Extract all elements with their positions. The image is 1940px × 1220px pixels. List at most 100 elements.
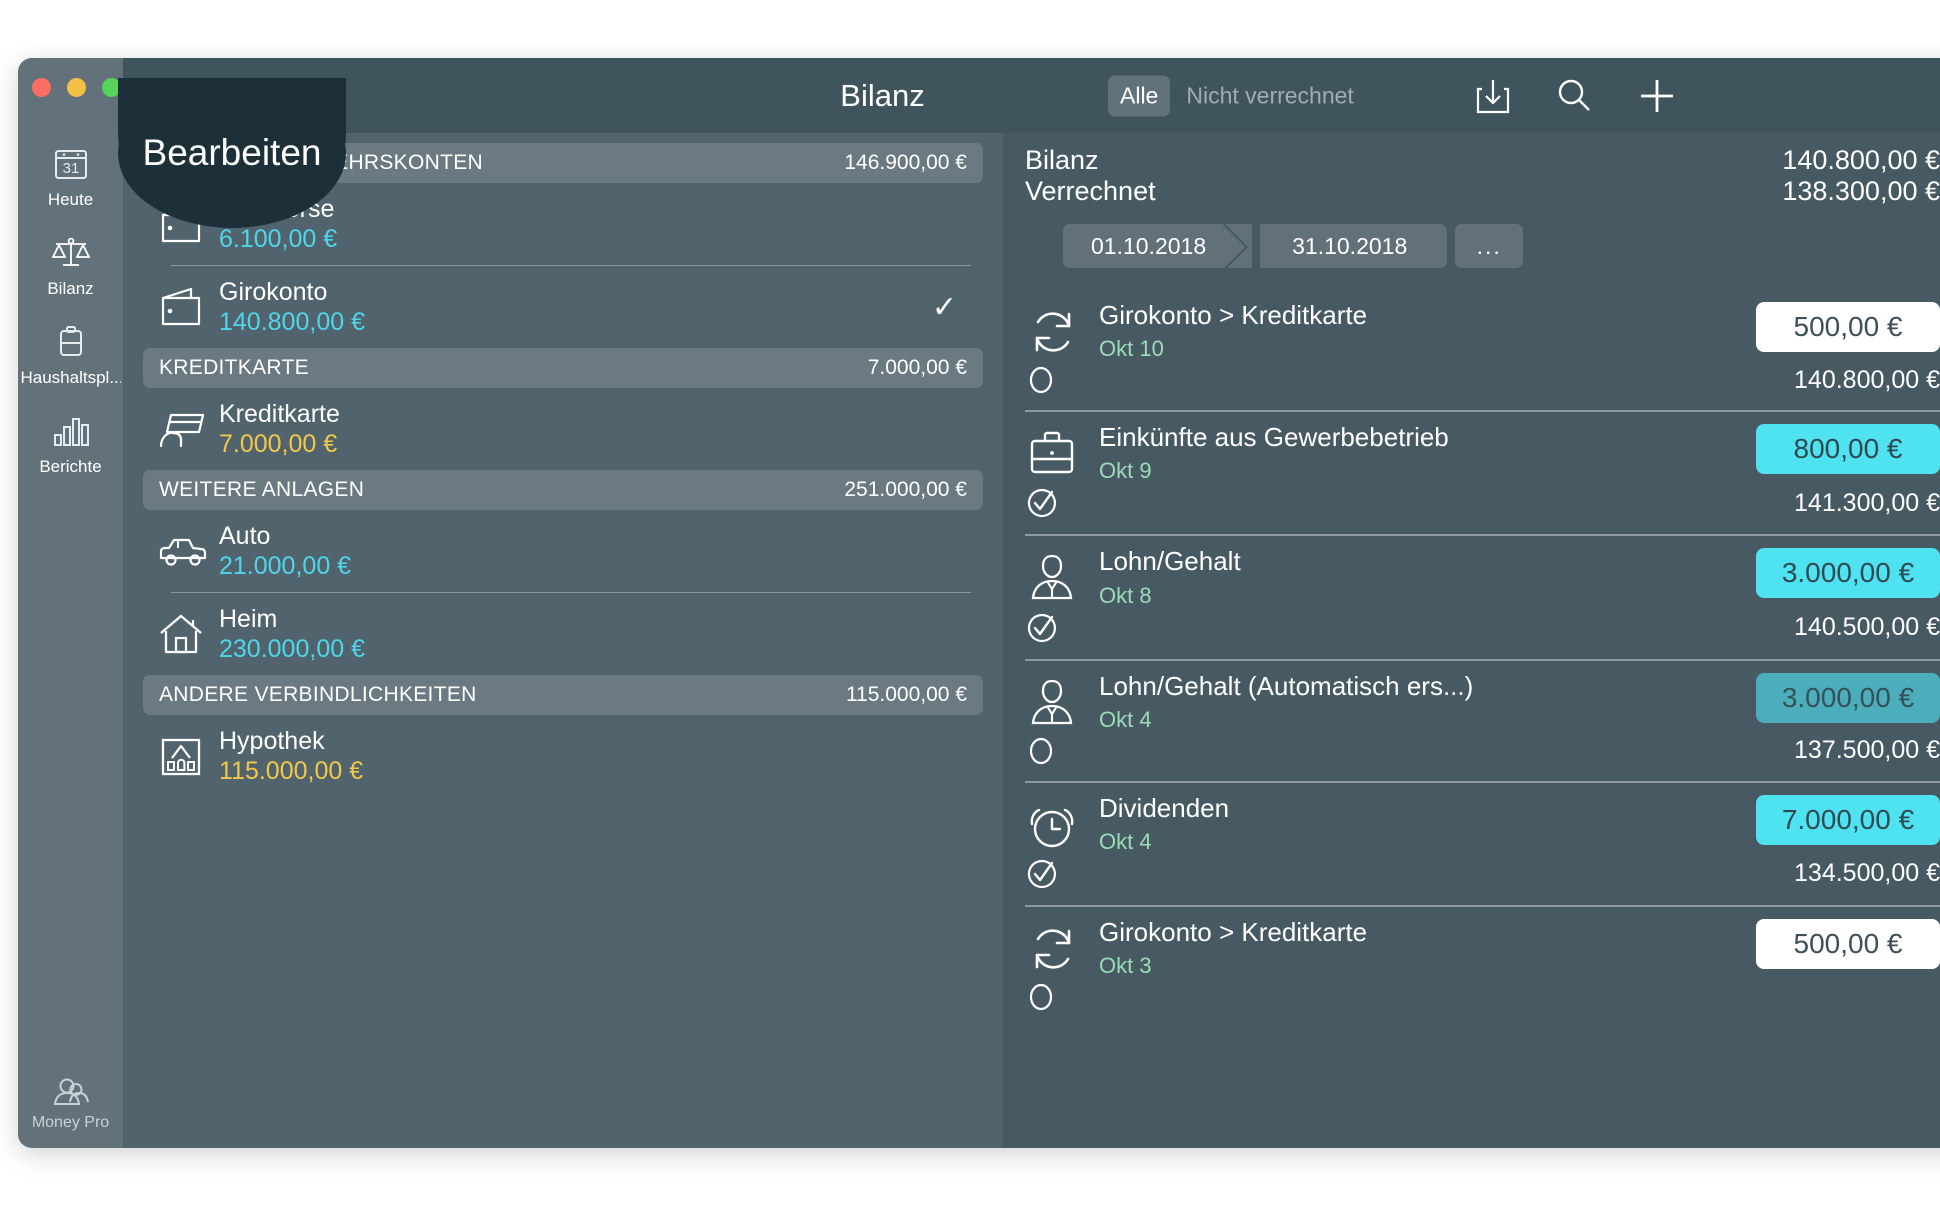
transaction-text: Lohn/Gehalt (Automatisch ers...) Okt 4 bbox=[1099, 671, 1756, 733]
briefcase-icon bbox=[1025, 422, 1099, 480]
wallet-icon bbox=[155, 284, 219, 330]
account-group-total: 251.000,00 € bbox=[844, 478, 967, 501]
account-row[interactable]: Heim 230.000,00 € bbox=[143, 593, 983, 675]
account-amount: 115.000,00 € bbox=[219, 757, 364, 785]
transaction-date: Okt 8 bbox=[1099, 582, 1152, 608]
transaction-amount-badge[interactable]: 3.000,00 € bbox=[1756, 672, 1940, 723]
account-group-total: 115.000,00 € bbox=[845, 683, 967, 706]
summary-row: Verrechnet 138.300,00 € bbox=[1025, 176, 1940, 207]
transaction-amount-badge[interactable]: 3.000,00 € bbox=[1756, 548, 1940, 599]
transaction-running-balance: 140.800,00 € bbox=[1794, 365, 1940, 394]
bar-chart-icon bbox=[51, 410, 91, 452]
transaction-row[interactable]: Einkünfte aus Gewerbebetrieb Okt 9 800,00 … bbox=[1003, 412, 1940, 526]
account-group-name: ANDERE VERBINDLICHKEITEN bbox=[159, 683, 477, 706]
account-row-text: Heim 230.000,00 € bbox=[219, 605, 975, 663]
transaction-list: Girokonto > Kreditkarte Okt 10 500,00 € 14… bbox=[1003, 290, 1940, 1019]
transaction-row-top: Lohn/Gehalt Okt 8 3.000,00 € bbox=[1003, 546, 1940, 608]
transaction-row[interactable]: Girokonto > Kreditkarte Okt 3 500,00 € bbox=[1003, 907, 1940, 1019]
edit-callout-overlay: Bearbeiten bbox=[118, 78, 346, 228]
sidebar: 31 Heute Bilanz Haushaltspl... Berichte … bbox=[18, 58, 123, 1148]
check-circle-icon[interactable] bbox=[1025, 486, 1099, 520]
transaction-row-bottom: 141.300,00 € bbox=[1003, 484, 1940, 520]
transaction-date: Okt 9 bbox=[1099, 458, 1152, 484]
account-group-header[interactable]: WEITERE ANLAGEN 251.000,00 € bbox=[143, 470, 983, 510]
transaction-row-top: Dividenden Okt 4 7.000,00 € bbox=[1003, 793, 1940, 855]
transaction-title: Girokonto > Kreditkarte bbox=[1099, 916, 1368, 947]
sidebar-item-berichte[interactable]: Berichte bbox=[18, 399, 123, 488]
transaction-row-bottom: 140.800,00 € bbox=[1003, 362, 1940, 396]
summary-label: Verrechnet bbox=[1025, 176, 1156, 206]
transaction-row-bottom bbox=[1003, 979, 1940, 1013]
transaction-amount-badge[interactable]: 7.000,00 € bbox=[1756, 794, 1940, 845]
check-circle-icon[interactable] bbox=[1025, 857, 1099, 891]
transaction-text: Girokonto > Kreditkarte Okt 10 bbox=[1099, 300, 1756, 362]
scales-balance-icon bbox=[50, 232, 92, 274]
account-amount: 6.100,00 € bbox=[219, 225, 338, 253]
circle-empty-icon[interactable] bbox=[1025, 735, 1099, 767]
date-range-to[interactable]: 31.10.2018 bbox=[1260, 224, 1448, 268]
transaction-row-top: Girokonto > Kreditkarte Okt 3 500,00 € bbox=[1003, 917, 1940, 979]
account-amount: 140.800,00 € bbox=[219, 308, 365, 336]
transaction-row[interactable]: Girokonto > Kreditkarte Okt 10 500,00 € 14… bbox=[1003, 290, 1940, 402]
transaction-row[interactable]: Dividenden Okt 4 7.000,00 € 134.500,00 € bbox=[1003, 783, 1940, 897]
transaction-row-bottom: 140.500,00 € bbox=[1003, 609, 1940, 645]
filter-tab-nicht-verrechnet[interactable]: Nicht verrechnet bbox=[1174, 75, 1365, 116]
date-range-from[interactable]: 01.10.2018 bbox=[1063, 224, 1253, 268]
check-circle-icon[interactable] bbox=[1025, 611, 1099, 645]
import-download-icon[interactable] bbox=[1474, 76, 1512, 116]
callout-label: Bearbeiten bbox=[142, 132, 322, 173]
filter-tab-alle[interactable]: Alle bbox=[1108, 75, 1171, 116]
transaction-amount-badge[interactable]: 500,00 € bbox=[1756, 918, 1940, 969]
add-plus-icon[interactable] bbox=[1636, 75, 1678, 117]
account-selected-checkmark-icon: ✓ bbox=[931, 290, 957, 324]
account-group-header[interactable]: ANDERE VERBINDLICHKEITEN 115.000,00 € bbox=[143, 675, 983, 715]
content-area: Bilanz Alle Nicht verrechnet 146.900,00 … bbox=[123, 58, 1940, 1148]
register-pane: Bilanz 140.800,00 € Verrechnet 138.300,0… bbox=[1003, 133, 1940, 1148]
account-group-header[interactable]: KREDITKARTE 7.000,00 € bbox=[143, 348, 983, 388]
account-amount: 21.000,00 € bbox=[219, 552, 352, 580]
sidebar-item-heute[interactable]: 31 Heute bbox=[18, 132, 123, 221]
transaction-row[interactable]: Lohn/Gehalt (Automatisch ers...) Okt 4 3.0… bbox=[1003, 661, 1940, 773]
circle-empty-icon[interactable] bbox=[1025, 364, 1099, 396]
date-range-more-button[interactable]: ... bbox=[1455, 224, 1524, 268]
transaction-amount-badge[interactable]: 500,00 € bbox=[1756, 302, 1940, 352]
sidebar-item-haushaltsplan[interactable]: Haushaltspl... bbox=[18, 310, 123, 399]
transaction-amount-badge[interactable]: 800,00 € bbox=[1756, 424, 1940, 475]
sidebar-item-money-pro[interactable]: Money Pro bbox=[18, 1072, 123, 1132]
sidebar-footer-label: Money Pro bbox=[31, 1114, 110, 1131]
transaction-row-bottom: 134.500,00 € bbox=[1003, 855, 1940, 891]
transaction-running-balance: 141.300,00 € bbox=[1794, 488, 1940, 517]
alarm-clock-icon bbox=[1025, 793, 1099, 853]
circle-empty-icon[interactable] bbox=[1025, 981, 1099, 1013]
transfer-sync-icon bbox=[1025, 917, 1099, 977]
transaction-title: Dividenden bbox=[1099, 792, 1230, 823]
account-row-text: Kreditkarte 7.000,00 € bbox=[219, 400, 975, 458]
filter-segmented-control: Alle Nicht verrechnet bbox=[1108, 75, 1366, 116]
person-suit-icon bbox=[1025, 671, 1099, 729]
house-icon bbox=[155, 610, 219, 658]
account-row[interactable]: Girokonto 140.800,00 € ✓ bbox=[143, 266, 983, 348]
date-range-control: 01.10.2018 31.10.2018 ... bbox=[1063, 224, 1940, 268]
transaction-text: Lohn/Gehalt Okt 8 bbox=[1099, 546, 1756, 608]
account-row[interactable]: Hypothek 115.000,00 € bbox=[143, 715, 983, 797]
date-to-label: 31.10.2018 bbox=[1292, 232, 1408, 259]
account-group-name: KREDITKARTE bbox=[159, 356, 309, 379]
account-row[interactable]: Auto 21.000,00 € bbox=[143, 510, 983, 592]
svg-text:31: 31 bbox=[62, 160, 79, 177]
people-icon bbox=[48, 1072, 94, 1110]
account-name: Heim bbox=[219, 605, 278, 633]
account-row[interactable]: Kreditkarte 7.000,00 € bbox=[143, 388, 983, 470]
sidebar-item-bilanz[interactable]: Bilanz bbox=[18, 221, 123, 310]
account-name: Auto bbox=[219, 522, 271, 550]
account-group-total: 146.900,00 € bbox=[844, 151, 967, 174]
transaction-running-balance: 137.500,00 € bbox=[1794, 736, 1940, 765]
account-name: Kreditkarte bbox=[219, 400, 340, 428]
chevron-right-icon bbox=[1223, 224, 1253, 268]
car-icon bbox=[155, 531, 219, 571]
search-icon[interactable] bbox=[1554, 76, 1594, 116]
summary-label: Bilanz bbox=[1025, 145, 1099, 175]
transaction-row[interactable]: Lohn/Gehalt Okt 8 3.000,00 € 140.500,00 € bbox=[1003, 536, 1940, 650]
sidebar-item-label: Bilanz bbox=[47, 279, 94, 298]
summary-row: Bilanz 140.800,00 € bbox=[1025, 145, 1940, 176]
toolbar-icons bbox=[1474, 75, 1678, 117]
